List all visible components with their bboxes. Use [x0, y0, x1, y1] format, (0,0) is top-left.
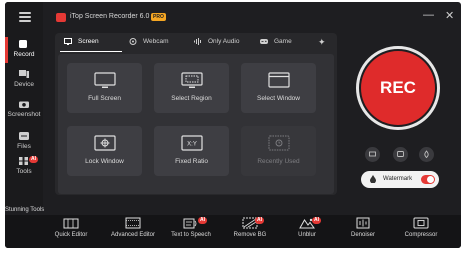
- tab-screen[interactable]: Screen: [64, 36, 99, 48]
- tool-advanced-editor[interactable]: Advanced Editor: [101, 217, 165, 238]
- device-icon: [19, 70, 29, 78]
- text-to-speech-icon: [183, 218, 197, 229]
- active-tab-indicator: [60, 51, 122, 52]
- monitor-icon: [64, 37, 72, 45]
- mode-label: Select Region: [171, 95, 212, 102]
- gamepad-icon: [260, 38, 268, 44]
- app-window: Record Device Screenshot Files Tools AI …: [5, 2, 461, 248]
- tool-label: Quick Editor: [54, 232, 88, 238]
- select-region-icon: [180, 72, 203, 88]
- quick-editor-icon: [63, 218, 79, 229]
- tool-compressor[interactable]: Compressor: [389, 217, 453, 238]
- ai-badge: AI: [198, 217, 207, 224]
- full-screen-icon: [93, 72, 116, 88]
- sidebar-item-record[interactable]: Record: [5, 40, 43, 58]
- mode-recently-used: Recently Used: [241, 126, 316, 176]
- pro-badge: PRO: [151, 13, 166, 21]
- mode-full-screen[interactable]: Full Screen: [67, 63, 142, 113]
- select-window-icon: [267, 72, 290, 88]
- tab-label: Screen: [78, 38, 99, 45]
- tool-label: Denoiser: [350, 232, 375, 238]
- ai-badge: AI: [255, 217, 264, 224]
- mode-fixed-ratio[interactable]: X:Y Fixed Ratio: [154, 126, 229, 176]
- tab-label: Only Audio: [208, 38, 240, 45]
- stunning-tools-label: Stunning Tools: [5, 207, 45, 213]
- fixed-ratio-icon: X:Y: [180, 135, 203, 151]
- tool-label: Advanced Editor: [110, 232, 156, 238]
- webcam-icon: [129, 37, 137, 45]
- watermark-label: Watermark: [383, 176, 413, 182]
- tool-label: Remove BG: [233, 232, 267, 238]
- mode-select-region[interactable]: Select Region: [154, 63, 229, 113]
- app-title: iTop Screen Recorder 6.0: [70, 13, 150, 20]
- timer-settings-icon[interactable]: [419, 147, 434, 162]
- advanced-editor-icon: [125, 217, 141, 229]
- tool-quick-editor[interactable]: Quick Editor: [39, 217, 103, 238]
- compressor-icon: [413, 217, 429, 229]
- tool-remove-bg[interactable]: Remove BG: [218, 217, 282, 238]
- ai-badge: AI: [29, 156, 38, 163]
- tab-label: Game: [274, 38, 292, 45]
- mode-label: Select Window: [257, 95, 300, 102]
- screen-icon: [369, 151, 376, 157]
- tool-text-to-speech[interactable]: Text to Speech: [159, 217, 223, 238]
- audio-icon: [194, 37, 201, 45]
- fixed-ratio-icon-text: X:Y: [187, 142, 197, 148]
- denoiser-icon: [356, 217, 370, 229]
- tool-unblur[interactable]: Unblur: [275, 217, 339, 238]
- tools-icon: [19, 157, 28, 165]
- tab-webcam[interactable]: Webcam: [129, 36, 169, 48]
- message-icon: [397, 151, 404, 157]
- chat-settings-icon[interactable]: [393, 147, 408, 162]
- tab-game[interactable]: Game: [260, 36, 292, 48]
- tab-only-audio[interactable]: Only Audio: [194, 36, 239, 48]
- sidebar-item-device[interactable]: Device: [5, 70, 43, 88]
- close-button[interactable]: ✕: [445, 9, 454, 22]
- files-icon: [19, 132, 29, 140]
- mode-label: Full Screen: [88, 95, 121, 102]
- mode-label: Fixed Ratio: [175, 158, 208, 165]
- sidebar-item-label: Tools: [16, 168, 32, 175]
- sidebar-item-label: Device: [14, 81, 34, 88]
- sidebar-item-label: Files: [17, 143, 31, 150]
- record-icon: [19, 40, 27, 48]
- flame-icon: [424, 150, 429, 159]
- tool-label: Compressor: [404, 232, 438, 238]
- lock-window-icon: [93, 135, 116, 151]
- magic-icon[interactable]: ✦: [318, 37, 326, 48]
- tool-label: Unblur: [298, 232, 316, 238]
- ai-badge: AI: [312, 217, 321, 224]
- tab-label: Webcam: [143, 38, 169, 45]
- tool-denoiser[interactable]: Denoiser: [331, 217, 395, 238]
- mode-label: Recently Used: [257, 158, 300, 165]
- minimize-button[interactable]: —: [423, 9, 434, 21]
- sidebar-item-screenshot[interactable]: Screenshot: [5, 100, 43, 118]
- sidebar-item-label: Screenshot: [7, 111, 41, 118]
- app-logo-icon: [56, 13, 66, 22]
- rec-button[interactable]: REC: [361, 51, 435, 125]
- mode-select-window[interactable]: Select Window: [241, 63, 316, 113]
- camera-icon: [19, 101, 29, 108]
- tool-label: Text to Speech: [171, 232, 211, 238]
- drop-icon: [370, 175, 376, 183]
- recently-used-icon: [268, 135, 289, 151]
- mode-label: Lock Window: [85, 158, 124, 165]
- menu-icon[interactable]: [19, 12, 31, 22]
- sidebar-item-label: Record: [13, 51, 35, 58]
- watermark-toggle[interactable]: [421, 175, 435, 184]
- display-settings-icon[interactable]: [365, 147, 380, 162]
- mode-lock-window[interactable]: Lock Window: [67, 126, 142, 176]
- sidebar-item-files[interactable]: Files: [5, 132, 43, 150]
